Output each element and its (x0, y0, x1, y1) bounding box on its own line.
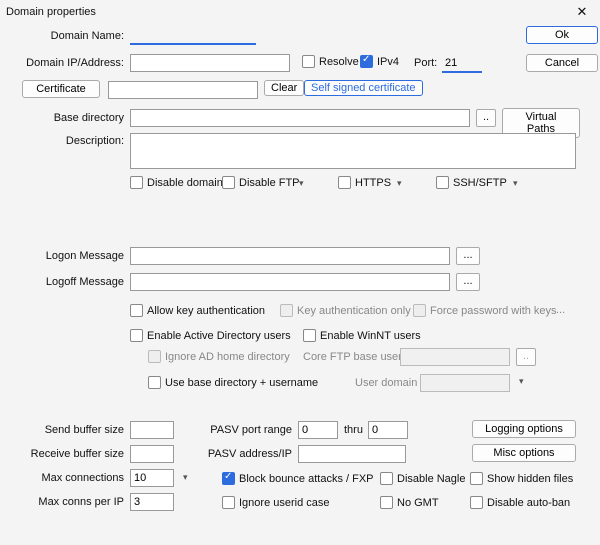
use-base-dir-checkbox[interactable]: Use base directory + username (148, 376, 318, 389)
show-hidden-files-checkbox[interactable]: Show hidden files (470, 472, 573, 485)
close-icon[interactable]: ✕ (564, 0, 600, 24)
logoff-message-label: Logoff Message (0, 276, 124, 288)
logging-options-button[interactable]: Logging options (472, 420, 576, 438)
key-auth-only-checkbox: Key authentication only (280, 304, 411, 317)
base-directory-label: Base directory (0, 112, 124, 124)
pasv-port-from-input[interactable] (298, 421, 338, 439)
disable-ftp-expand-icon[interactable]: ▾ (296, 178, 307, 189)
force-password-checkbox: Force password with keys (413, 304, 557, 317)
port-label: Port: (414, 57, 437, 69)
user-domain-label: User domain (355, 377, 417, 389)
core-ftp-base-user-input (400, 348, 510, 366)
logoff-message-input[interactable] (130, 273, 450, 291)
disable-nagle-checkbox[interactable]: Disable Nagle (380, 472, 465, 485)
certificate-button[interactable]: Certificate (22, 80, 100, 98)
ignore-ad-home-checkbox: Ignore AD home directory (148, 350, 290, 363)
description-label: Description: (0, 135, 124, 147)
ok-button[interactable]: Ok (526, 26, 598, 44)
block-bounce-checkbox[interactable]: Block bounce attacks / FXP (222, 472, 374, 485)
user-domain-input (420, 374, 510, 392)
dialog-window: Domain properties ✕ Ok Cancel Domain Nam… (0, 0, 600, 545)
certificate-path-input[interactable] (108, 81, 258, 99)
logon-message-input[interactable] (130, 247, 450, 265)
clear-button[interactable]: Clear (264, 80, 304, 96)
force-password-expand-icon[interactable]: ... (556, 304, 565, 316)
pasv-address-label: PASV address/IP (182, 448, 292, 460)
max-conns-per-ip-label: Max conns per IP (0, 496, 124, 508)
pasv-address-input[interactable] (298, 445, 406, 463)
enable-winnt-checkbox[interactable]: Enable WinNT users (303, 329, 421, 342)
cancel-button[interactable]: Cancel (526, 54, 598, 72)
base-directory-input[interactable] (130, 109, 470, 127)
no-gmt-checkbox[interactable]: No GMT (380, 496, 439, 509)
title-bar: Domain properties ✕ (0, 0, 600, 24)
self-signed-certificate-button[interactable]: Self signed certificate (304, 80, 423, 96)
domain-ip-input[interactable] (130, 54, 290, 72)
domain-name-input[interactable] (130, 26, 256, 45)
receive-buffer-input[interactable] (130, 445, 174, 463)
pasv-port-to-input[interactable] (368, 421, 408, 439)
misc-options-button[interactable]: Misc options (472, 444, 576, 462)
receive-buffer-label: Receive buffer size (0, 448, 124, 460)
https-checkbox[interactable]: HTTPS (338, 176, 391, 189)
disable-domain-checkbox[interactable]: Disable domain (130, 176, 223, 189)
disable-ftp-checkbox[interactable]: Disable FTP (222, 176, 300, 189)
ssh-sftp-checkbox[interactable]: SSH/SFTP (436, 176, 507, 189)
pasv-port-range-label: PASV port range (182, 424, 292, 436)
ssh-sftp-expand-icon[interactable]: ▾ (510, 178, 521, 189)
send-buffer-label: Send buffer size (0, 424, 124, 436)
thru-label: thru (344, 424, 363, 436)
description-textarea[interactable] (130, 133, 576, 169)
domain-name-label: Domain Name: (0, 30, 124, 42)
https-expand-icon[interactable]: ▾ (394, 178, 405, 189)
enable-ad-checkbox[interactable]: Enable Active Directory users (130, 329, 291, 342)
logoff-message-browse-button[interactable]: ... (456, 273, 480, 291)
core-ftp-base-user-label: Core FTP base user (303, 351, 402, 363)
base-directory-browse-button[interactable]: .. (476, 109, 496, 127)
user-domain-expand-icon[interactable]: ▾ (516, 376, 527, 387)
logon-message-label: Logon Message (0, 250, 124, 262)
max-connections-input[interactable] (130, 469, 174, 487)
send-buffer-input[interactable] (130, 421, 174, 439)
dialog-content: Ok Cancel Domain Name: Domain IP/Address… (0, 24, 600, 40)
port-input[interactable] (442, 54, 482, 73)
logon-message-browse-button[interactable]: ... (456, 247, 480, 265)
max-connections-expand-icon[interactable]: ▾ (180, 472, 191, 483)
allow-key-auth-checkbox[interactable]: Allow key authentication (130, 304, 265, 317)
max-connections-label: Max connections (0, 472, 124, 484)
resolve-checkbox[interactable]: Resolve (302, 55, 359, 68)
core-ftp-base-user-browse-button: .. (516, 348, 536, 366)
window-title: Domain properties (6, 6, 96, 18)
disable-autoban-checkbox[interactable]: Disable auto-ban (470, 496, 570, 509)
ipv4-checkbox[interactable]: IPv4 (360, 55, 399, 68)
domain-ip-label: Domain IP/Address: (0, 57, 124, 69)
ignore-userid-case-checkbox[interactable]: Ignore userid case (222, 496, 330, 509)
max-conns-per-ip-input[interactable] (130, 493, 174, 511)
